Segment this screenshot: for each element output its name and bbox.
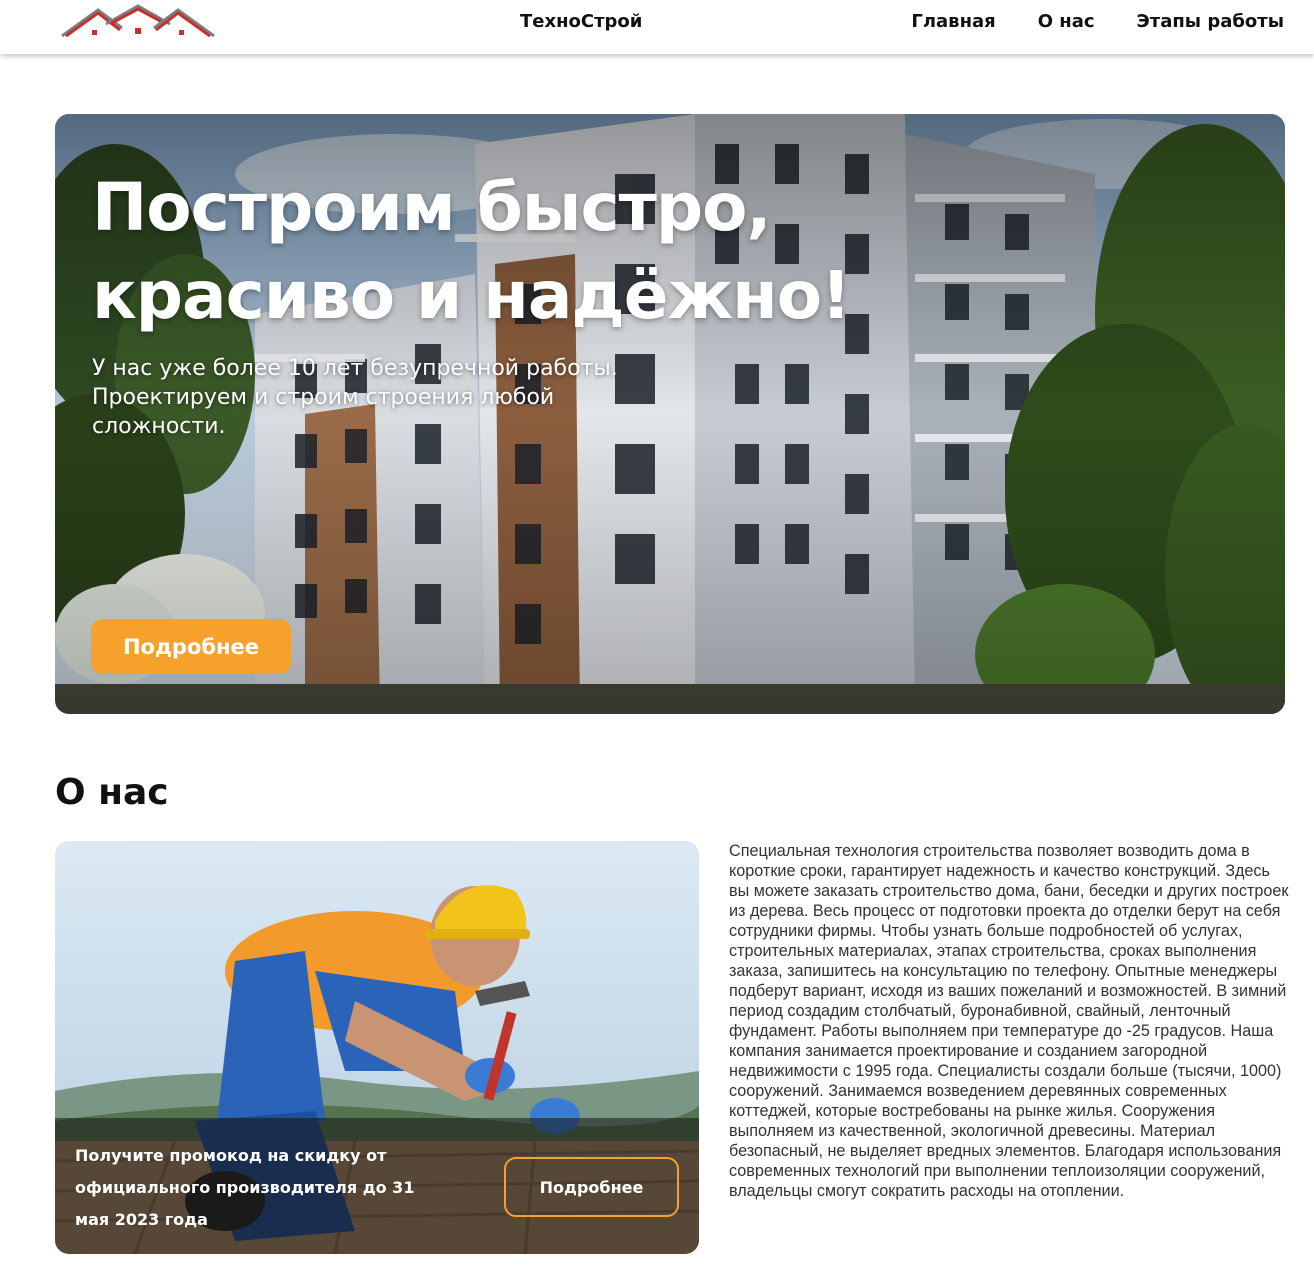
main-nav: Главная О нас Этапы работы (869, 11, 1284, 32)
about-description: Специальная технология строительства поз… (729, 842, 1289, 1200)
hero-subtitle: У нас уже более 10 лет безупречной работ… (92, 356, 618, 439)
promo-overlay: Получите промокод на скидку от официальн… (55, 1118, 699, 1254)
site-header: ТехноСтрой Главная О нас Этапы работы (0, 0, 1314, 54)
logo-icon[interactable] (58, 2, 218, 42)
about-section-title: О нас (55, 772, 169, 813)
promo-text: Получите промокод на скидку от официальн… (75, 1146, 415, 1229)
nav-link-about[interactable]: О нас (1038, 11, 1095, 32)
brand-name: ТехноСтрой (520, 11, 643, 32)
promo-card: Получите промокод на скидку от официальн… (55, 841, 699, 1254)
hero-title: Построим быстро, красиво и надёжно! (92, 169, 851, 334)
promo-details-button[interactable]: Подробнее (504, 1157, 679, 1217)
nav-link-stages[interactable]: Этапы работы (1137, 11, 1284, 32)
nav-link-home[interactable]: Главная (911, 11, 995, 32)
hero-details-button[interactable]: Подробнее (91, 619, 291, 674)
hero-banner: Построим быстро, красиво и надёжно! У на… (55, 114, 1285, 714)
